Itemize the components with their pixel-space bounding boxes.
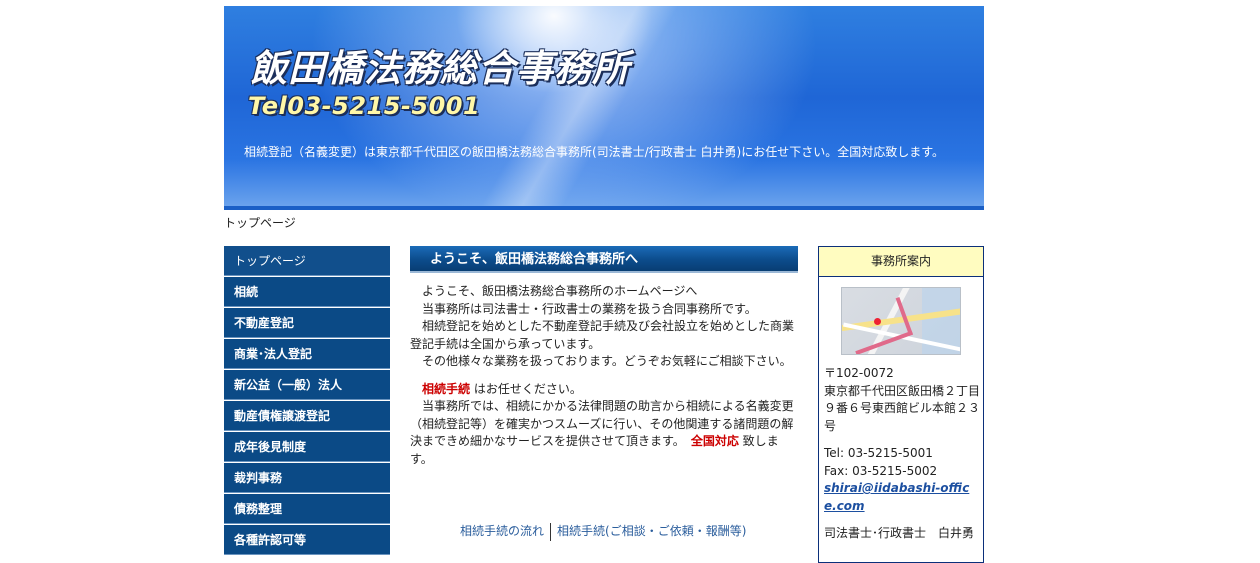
sidebar-item-inheritance[interactable]: 相続	[224, 277, 390, 307]
office-map-image[interactable]	[841, 287, 961, 355]
main-content: ようこそ、飯田橋法務総合事務所へ ようこそ、飯田橋法務総合事務所のホームページへ…	[410, 246, 798, 541]
sidebar-item-commercial-registration[interactable]: 商業･法人登記	[224, 339, 390, 369]
office-email-link[interactable]: shirai@iidabashi-office.com	[824, 480, 980, 515]
office-postal-code: 〒102-0072	[824, 366, 894, 380]
office-info-heading: 事務所案内	[819, 247, 983, 277]
intro-line-3: 相続登記を始めとした不動産登記手続及び会社設立を始めとした商業登記手続は全国から…	[410, 319, 795, 351]
office-address: 東京都千代田区飯田橋２丁目９番６号東西館ビル本館２３号	[824, 383, 981, 433]
map-pin-icon	[874, 318, 881, 325]
inheritance-rest: はお任せください。	[470, 381, 582, 396]
office-details: 〒102-0072 東京都千代田区飯田橋２丁目９番６号東西館ビル本館２３号 Te…	[824, 365, 980, 543]
intro-line-2: 当事務所は司法書士・行政書士の業務を扱う合同事務所です。	[422, 301, 757, 316]
main-body: ようこそ、飯田橋法務総合事務所のホームページへ 当事務所は司法書士・行政書士の業…	[410, 273, 798, 468]
inheritance-highlight: 相続手続	[422, 381, 471, 396]
link-inheritance-flow[interactable]: 相続手続の流れ	[460, 524, 544, 538]
sidebar-item-real-estate-registration[interactable]: 不動産登記	[224, 308, 390, 338]
service-paragraph: 当事務所では、相続にかかる法律問題の助言から相続による名義変更（相続登記等）を確…	[410, 398, 796, 468]
office-tel: Tel: 03-5215-5001	[824, 446, 933, 460]
sidebar-nav: トップページ 相続 不動産登記 商業･法人登記 新公益（一般）法人 動産債権譲渡…	[224, 246, 390, 556]
link-separator	[550, 522, 552, 541]
intro-line-4: その他様々な業務を扱っております。どうぞお気軽にご相談下さい。	[422, 354, 792, 368]
link-inheritance-consultation[interactable]: 相続手続(ご相談・ご依頼・報酬等)	[557, 524, 746, 538]
header-banner: 飯田橋法務総合事務所 Tel03-5215-5001 相続登記（名義変更）は東京…	[224, 6, 984, 210]
sidebar-item-debt-consolidation[interactable]: 債務整理	[224, 494, 390, 524]
office-info-box: 事務所案内 〒102-0072 東京都千代田区飯田橋２丁目９番６号東西館ビル本館…	[818, 246, 984, 563]
page: 飯田橋法務総合事務所 Tel03-5215-5001 相続登記（名義変更）は東京…	[224, 6, 984, 563]
sidebar-item-top[interactable]: トップページ	[224, 246, 390, 276]
sidebar-item-court-affairs[interactable]: 裁判事務	[224, 463, 390, 493]
sunlight-decoration	[444, 6, 704, 210]
office-person: 司法書士･行政書士 白井勇	[824, 526, 975, 540]
site-tel: Tel03-5215-5001	[248, 92, 481, 120]
nationwide-highlight: 全国対応	[690, 434, 739, 448]
sidebar-item-movables-receivables[interactable]: 動産債権譲渡登記	[224, 401, 390, 431]
main-heading: ようこそ、飯田橋法務総合事務所へ	[410, 246, 798, 273]
breadcrumb: トップページ	[224, 216, 296, 230]
inheritance-line: 相続手続 はお任せください。	[410, 381, 796, 399]
sidebar-item-public-interest-corporation[interactable]: 新公益（一般）法人	[224, 370, 390, 400]
intro-line-1: ようこそ、飯田橋法務総合事務所のホームページへ	[422, 284, 698, 298]
site-title[interactable]: 飯田橋法務総合事務所	[250, 38, 630, 92]
sidebar-item-permits[interactable]: 各種許認可等	[224, 525, 390, 555]
site-description: 相続登記（名義変更）は東京都千代田区の飯田橋法務総合事務所(司法書士/行政書士 …	[244, 145, 945, 159]
sidebar-item-adult-guardianship[interactable]: 成年後見制度	[224, 432, 390, 462]
office-fax: Fax: 03-5215-5002	[824, 463, 938, 478]
main-links: 相続手続の流れ 相続手続(ご相談・ご依頼・報酬等)	[460, 522, 746, 541]
